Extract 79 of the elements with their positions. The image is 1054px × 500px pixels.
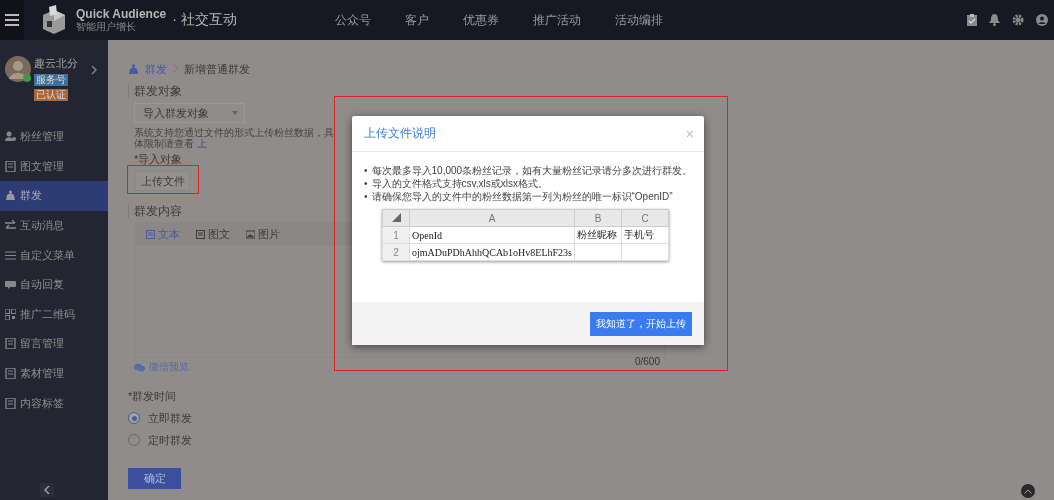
collapse-button[interactable]	[40, 483, 54, 497]
instruction-text: 每次最多导入10,000条粉丝记录，如有大量粉丝记录请分多次进行群发。	[371, 164, 693, 177]
sidebar-item[interactable]: 粉丝管理	[0, 122, 108, 152]
nav-link[interactable]: 推广活动	[532, 11, 581, 29]
account-tag: 已认证	[34, 89, 68, 101]
highlight-frame	[127, 165, 199, 194]
radio-option[interactable]: 定时群发	[128, 432, 1054, 448]
group-send-icon	[128, 64, 139, 74]
menu-item-icon	[5, 131, 16, 143]
menu-item-icon	[5, 190, 16, 202]
column-header: B	[574, 209, 622, 227]
menu-item-icon	[5, 279, 16, 291]
brand-tagline: 智能用户增长	[76, 21, 137, 33]
sidebar-item[interactable]: 图文管理	[0, 151, 108, 182]
table-cell: OpenId	[409, 226, 575, 244]
bell-icon[interactable]	[989, 14, 1000, 26]
table-cell: 粉丝昵称	[574, 226, 622, 244]
table-cell: ojmADuPDhAhhQCAb1oHv8ELhF23s	[409, 243, 575, 261]
menu-item-icon	[5, 308, 16, 320]
sidebar-item[interactable]: 自动回复	[0, 269, 108, 300]
nav-link[interactable]: 客户	[404, 11, 429, 29]
instruction-text: 导入的文件格式支持csv,xls或xlsx格式。	[371, 177, 548, 190]
editor-tab[interactable]: 图片	[246, 226, 280, 242]
radio-option[interactable]: 立即群发	[128, 410, 1054, 426]
breadcrumb-separator-icon	[173, 63, 178, 75]
account-name: 趣云北分	[34, 56, 78, 71]
breadcrumb-current: 新增普通群发	[184, 61, 250, 77]
settings-icon[interactable]	[1012, 14, 1024, 26]
sidebar-item[interactable]: 推广二维码	[0, 299, 108, 330]
sidebar-item[interactable]: 素材管理	[0, 358, 108, 389]
nav-link[interactable]: 公众号	[334, 11, 371, 29]
radio-button[interactable]	[128, 412, 140, 424]
start-upload-button[interactable]: 我知道了，开始上传	[590, 311, 692, 336]
image-icon	[246, 229, 255, 239]
sidebar-item[interactable]: 自定义菜单	[0, 240, 108, 270]
account-tag: 服务号	[34, 74, 68, 86]
dialog-title: 上传文件说明	[364, 125, 436, 142]
instruction-text: 请确保您导入的文件中的粉丝数据第一列为粉丝的唯一标识“OpenID”	[371, 190, 673, 203]
menu-item-icon	[5, 338, 16, 350]
brand-name: Quick Audience	[76, 7, 167, 21]
character-counter: 0/600	[634, 357, 660, 367]
chevron-right-icon[interactable]	[91, 65, 97, 75]
field-label: *导入对象	[134, 152, 184, 167]
menu-icon[interactable]	[0, 0, 24, 40]
bullet-icon: •	[364, 177, 368, 190]
target-select[interactable]: 导入群发对象	[134, 103, 245, 123]
clipboard-icon[interactable]	[967, 14, 977, 26]
column-header: C	[621, 209, 669, 227]
chat-bubbles-icon	[134, 362, 145, 372]
field-label: *群发时间	[128, 389, 178, 404]
menu-item-icon	[5, 220, 16, 232]
document-icon	[196, 229, 205, 239]
confirm-button[interactable]: 确定	[128, 468, 181, 489]
upload-button[interactable]: 上传文件	[135, 171, 190, 191]
section-title: 群发对象	[128, 84, 1054, 98]
scroll-top-icon[interactable]	[1021, 484, 1035, 498]
select-all-icon	[382, 209, 410, 227]
bullet-icon: •	[364, 164, 368, 177]
editor-tab[interactable]: 图文	[196, 226, 230, 242]
menu-item-icon	[5, 160, 16, 172]
user-icon[interactable]	[1036, 14, 1048, 26]
nav-link[interactable]: 优惠券	[462, 11, 499, 29]
nav-link[interactable]: 活动编排	[614, 11, 663, 29]
menu-item-icon	[5, 368, 16, 380]
avatar-icon	[5, 56, 31, 82]
caret-icon	[232, 111, 238, 115]
sidebar-item[interactable]: 群发	[0, 181, 108, 211]
sidebar-item[interactable]: 留言管理	[0, 329, 108, 359]
bullet-icon: •	[364, 190, 368, 203]
product-name: · 社交互动	[172, 11, 237, 29]
sidebar-item[interactable]: 内容标签	[0, 388, 108, 418]
sidebar-item[interactable]: 互动消息	[0, 210, 108, 241]
chevron-left-icon	[44, 486, 50, 494]
box-logo-icon	[40, 5, 68, 35]
menu-item-icon	[5, 397, 16, 409]
menu-item-icon	[5, 249, 16, 261]
column-header: A	[409, 209, 575, 227]
document-icon	[146, 229, 155, 239]
table-cell: 手机号	[621, 226, 669, 244]
